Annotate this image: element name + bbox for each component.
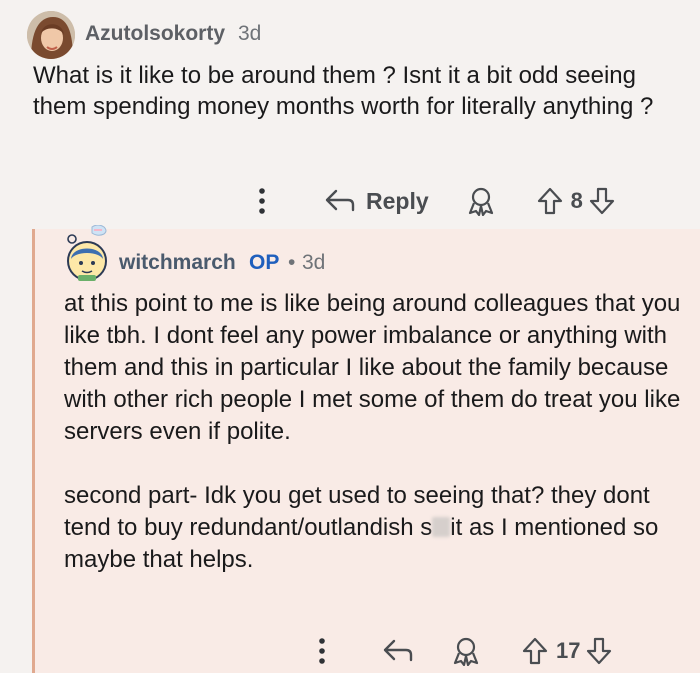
award-icon[interactable]: [467, 186, 495, 216]
avatar[interactable]: [64, 224, 110, 283]
upvote-icon[interactable]: [522, 637, 548, 665]
reply-age: 3d: [302, 251, 326, 274]
comment: Azutolsokorty 3d What is it like to be a…: [0, 0, 700, 230]
comment-age: 3d: [238, 22, 262, 45]
upvote-icon[interactable]: [537, 187, 563, 215]
separator-dot: •: [288, 251, 296, 274]
award-icon[interactable]: [452, 636, 480, 666]
op-badge: OP: [249, 251, 280, 274]
censored-text: [432, 517, 451, 537]
comment-username[interactable]: Azutolsokorty: [85, 22, 225, 46]
more-vertical-icon[interactable]: [310, 633, 334, 669]
comment-body: What is it like to be around them ? Isnt…: [33, 62, 654, 120]
reply-arrow-icon: [324, 188, 356, 214]
reply-paragraph: at this point to me is like being around…: [64, 290, 681, 445]
reply-label: Reply: [366, 187, 429, 214]
reply-score: 17: [556, 638, 581, 663]
comment-score: 8: [570, 188, 583, 213]
reply-button[interactable]: Reply: [324, 188, 429, 215]
reply-actions: 17: [310, 633, 612, 669]
comment-actions: Reply 8: [250, 183, 615, 219]
reply-arrow-icon[interactable]: [382, 638, 414, 664]
reply-body: at this point to me is like being around…: [64, 288, 684, 576]
reply-paragraph: second part- Idk you get used to seeing …: [64, 480, 684, 576]
downvote-icon[interactable]: [586, 637, 612, 665]
avatar[interactable]: [27, 11, 75, 59]
more-vertical-icon[interactable]: [250, 183, 274, 219]
downvote-icon[interactable]: [589, 187, 615, 215]
reply-username[interactable]: witchmarch: [119, 251, 236, 275]
